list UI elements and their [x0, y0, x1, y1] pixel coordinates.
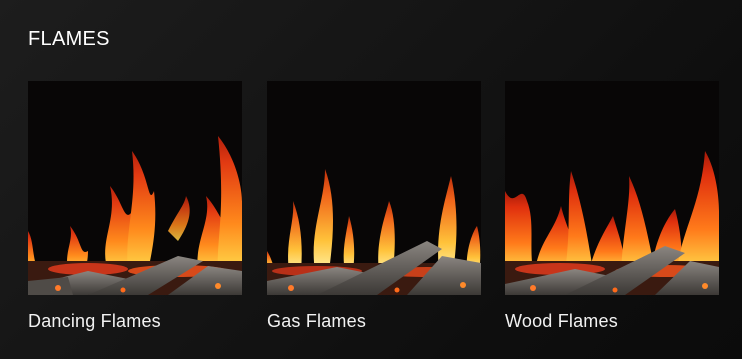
flame-option-wood[interactable]: Wood Flames	[505, 81, 719, 332]
section-title: FLAMES	[28, 28, 110, 50]
flame-option-dancing[interactable]: Dancing Flames	[28, 81, 242, 332]
option-label: Gas Flames	[267, 311, 367, 331]
dancing-flames-thumbnail	[28, 81, 242, 295]
option-label: Dancing Flames	[28, 311, 161, 331]
flame-option-gas[interactable]: Gas Flames	[267, 81, 481, 332]
gas-flames-thumbnail	[267, 81, 481, 295]
wood-flames-thumbnail	[505, 81, 719, 295]
option-label: Wood Flames	[505, 311, 618, 331]
flames-panel: FLAMES Dancing Flames Gas Flames Wood Fl…	[0, 0, 742, 359]
